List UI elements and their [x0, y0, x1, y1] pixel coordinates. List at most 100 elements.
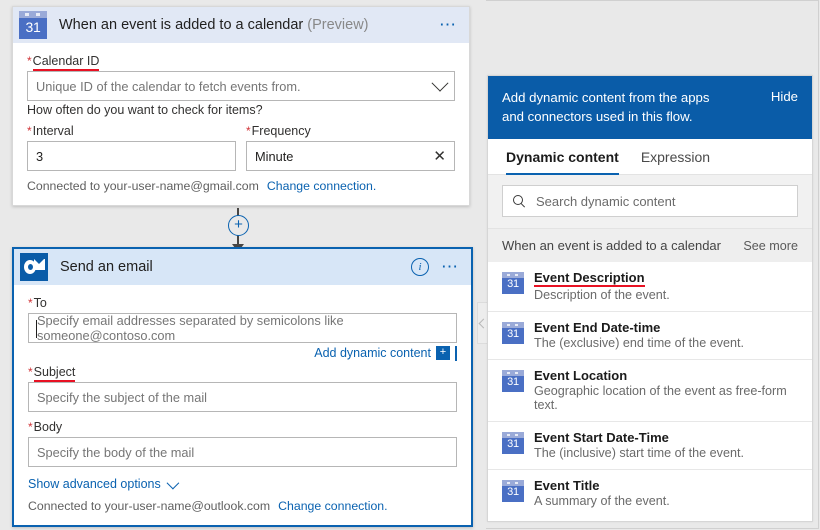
- calendar-icon-day: 31: [507, 486, 519, 498]
- subject-field-group: *Subject Specify the subject of the mail: [28, 364, 457, 412]
- dynamic-search-container: Search dynamic content: [488, 175, 812, 228]
- required-asterisk: *: [246, 124, 251, 138]
- list-item-title: Event End Date-time: [534, 320, 661, 335]
- action-card-title: Send an email: [60, 259, 153, 275]
- text-cursor: [36, 320, 37, 338]
- trigger-change-connection-link[interactable]: Change connection.: [267, 179, 376, 193]
- trigger-card[interactable]: 31 When an event is added to a calendar …: [12, 6, 470, 206]
- frequency-label: *Frequency: [246, 124, 311, 138]
- dynamic-panel-header-text: Add dynamic content from the apps and co…: [502, 90, 710, 124]
- calendar-id-dropdown[interactable]: Unique ID of the calendar to fetch event…: [27, 71, 455, 101]
- calendar-id-field-group: *Calendar ID Unique ID of the calendar t…: [27, 53, 455, 101]
- list-item[interactable]: 31 Event Start Date-Time The (inclusive)…: [488, 422, 812, 470]
- action-more-menu-icon[interactable]: ⋯: [437, 258, 463, 275]
- body-placeholder: Specify the body of the mail: [37, 444, 195, 460]
- to-field-group: *To Specify email addresses separated by…: [28, 295, 457, 343]
- dynamic-panel-tabs: Dynamic content Expression: [488, 139, 812, 175]
- calendar-icon-day: 31: [507, 328, 519, 340]
- action-card-header[interactable]: Send an email i ⋯: [14, 249, 471, 285]
- add-dynamic-content-link[interactable]: Add dynamic content: [314, 346, 431, 360]
- frequency-field-group: *Frequency Minute ✕: [246, 123, 455, 171]
- plus-circle-icon[interactable]: +: [228, 215, 249, 236]
- outlook-icon: [20, 253, 48, 281]
- search-icon: [513, 194, 526, 208]
- to-placeholder: Specify email addresses separated by sem…: [37, 313, 344, 343]
- chevron-down-icon: [166, 476, 180, 489]
- trigger-header-actions: ⋯: [435, 7, 461, 43]
- required-asterisk: *: [28, 365, 33, 379]
- calendar-icon-day: 31: [507, 278, 519, 290]
- interval-input[interactable]: 3: [27, 141, 236, 171]
- trigger-connection-row: Connected to your-user-name@gmail.com Cha…: [27, 179, 455, 193]
- list-item-title: Event Description: [534, 270, 645, 287]
- interval-label-text: Interval: [32, 124, 74, 138]
- calendar-31-icon: 31: [502, 370, 524, 392]
- body-label: *Body: [28, 420, 62, 434]
- action-header-actions: i ⋯: [411, 249, 463, 285]
- calendar-31-icon: 31: [502, 322, 524, 344]
- dynamic-panel-header: Add dynamic content from the apps and co…: [488, 76, 812, 139]
- trigger-more-menu-icon[interactable]: ⋯: [435, 16, 461, 33]
- action-connection-text: Connected to your-user-name@outlook.com: [28, 499, 271, 513]
- list-item[interactable]: 31 Event Description Description of the …: [488, 262, 812, 312]
- action-change-connection-link[interactable]: Change connection.: [278, 499, 387, 513]
- calendar-31-icon: 31: [19, 11, 47, 39]
- subject-input[interactable]: Specify the subject of the mail: [28, 382, 457, 412]
- trigger-card-header[interactable]: 31 When an event is added to a calendar …: [13, 7, 469, 43]
- subject-label-text: Subject: [33, 365, 76, 382]
- subject-label: *Subject: [28, 365, 76, 382]
- body-label-text: Body: [33, 420, 63, 434]
- calendar-icon-day: 31: [25, 19, 41, 35]
- close-x-icon[interactable]: ✕: [433, 149, 446, 164]
- list-item[interactable]: 31 Event End Date-time The (exclusive) e…: [488, 312, 812, 360]
- add-dynamic-content-row: Add dynamic content +: [28, 345, 457, 361]
- calendar-icon-day: 31: [507, 376, 519, 388]
- calendar-id-label: *Calendar ID: [27, 54, 100, 71]
- see-more-button[interactable]: See more: [743, 239, 798, 253]
- action-card-body: *To Specify email addresses separated by…: [14, 285, 471, 525]
- calendar-31-icon: 31: [502, 432, 524, 454]
- dynamic-content-list: 31 Event Description Description of the …: [488, 262, 812, 521]
- dynamic-content-caret: [455, 345, 457, 361]
- dynamic-group-title: When an event is added to a calendar: [502, 238, 721, 253]
- trigger-card-body: *Calendar ID Unique ID of the calendar t…: [13, 43, 469, 205]
- action-card[interactable]: Send an email i ⋯ *To Specify email addr…: [12, 247, 473, 527]
- frequency-label-text: Frequency: [251, 124, 311, 138]
- required-asterisk: *: [27, 54, 32, 68]
- tab-expression[interactable]: Expression: [641, 149, 710, 174]
- to-label-text: To: [33, 296, 47, 310]
- calendar-31-icon: 31: [502, 272, 524, 294]
- calendar-id-label-text: Calendar ID: [32, 54, 100, 71]
- list-item-description: Geographic location of the event as free…: [534, 384, 787, 412]
- frequency-question: How often do you want to check for items…: [27, 103, 263, 117]
- dynamic-content-group-header: When an event is added to a calendar See…: [488, 228, 812, 262]
- tab-dynamic-content[interactable]: Dynamic content: [506, 149, 619, 175]
- calendar-id-placeholder: Unique ID of the calendar to fetch event…: [36, 78, 301, 94]
- flow-connector: +: [228, 208, 249, 252]
- subject-placeholder: Specify the subject of the mail: [37, 389, 208, 405]
- info-circle-icon[interactable]: i: [411, 258, 429, 276]
- to-input[interactable]: Specify email addresses separated by sem…: [28, 313, 457, 343]
- list-item[interactable]: 31 Event Title A summary of the event.: [488, 470, 812, 517]
- interval-value: 3: [36, 148, 44, 164]
- interval-field-group: *Interval 3: [27, 123, 236, 171]
- hide-panel-button[interactable]: Hide: [771, 88, 798, 104]
- plus-square-icon[interactable]: +: [436, 346, 450, 360]
- flow-canvas: 31 When an event is added to a calendar …: [0, 0, 488, 530]
- frequency-select[interactable]: Minute ✕: [246, 141, 455, 171]
- calendar-31-icon: 31: [502, 480, 524, 502]
- body-input[interactable]: Specify the body of the mail: [28, 437, 457, 467]
- show-advanced-options-button[interactable]: Show advanced options: [28, 476, 457, 491]
- list-item-description: Description of the event.: [534, 288, 670, 302]
- list-item-description: The (exclusive) end time of the event.: [534, 336, 744, 350]
- dynamic-content-panel: Add dynamic content from the apps and co…: [487, 75, 813, 522]
- trigger-card-title: When an event is added to a calendar (Pr…: [59, 17, 369, 33]
- chevron-down-icon[interactable]: [431, 74, 449, 92]
- to-label: *To: [28, 296, 47, 310]
- search-dynamic-content-input[interactable]: Search dynamic content: [502, 185, 798, 217]
- show-advanced-options-label: Show advanced options: [28, 477, 161, 491]
- required-asterisk: *: [28, 296, 33, 310]
- list-item[interactable]: 31 Event Location Geographic location of…: [488, 360, 812, 422]
- list-item-title: Event Start Date-Time: [534, 430, 669, 445]
- list-item-title: Event Location: [534, 368, 628, 383]
